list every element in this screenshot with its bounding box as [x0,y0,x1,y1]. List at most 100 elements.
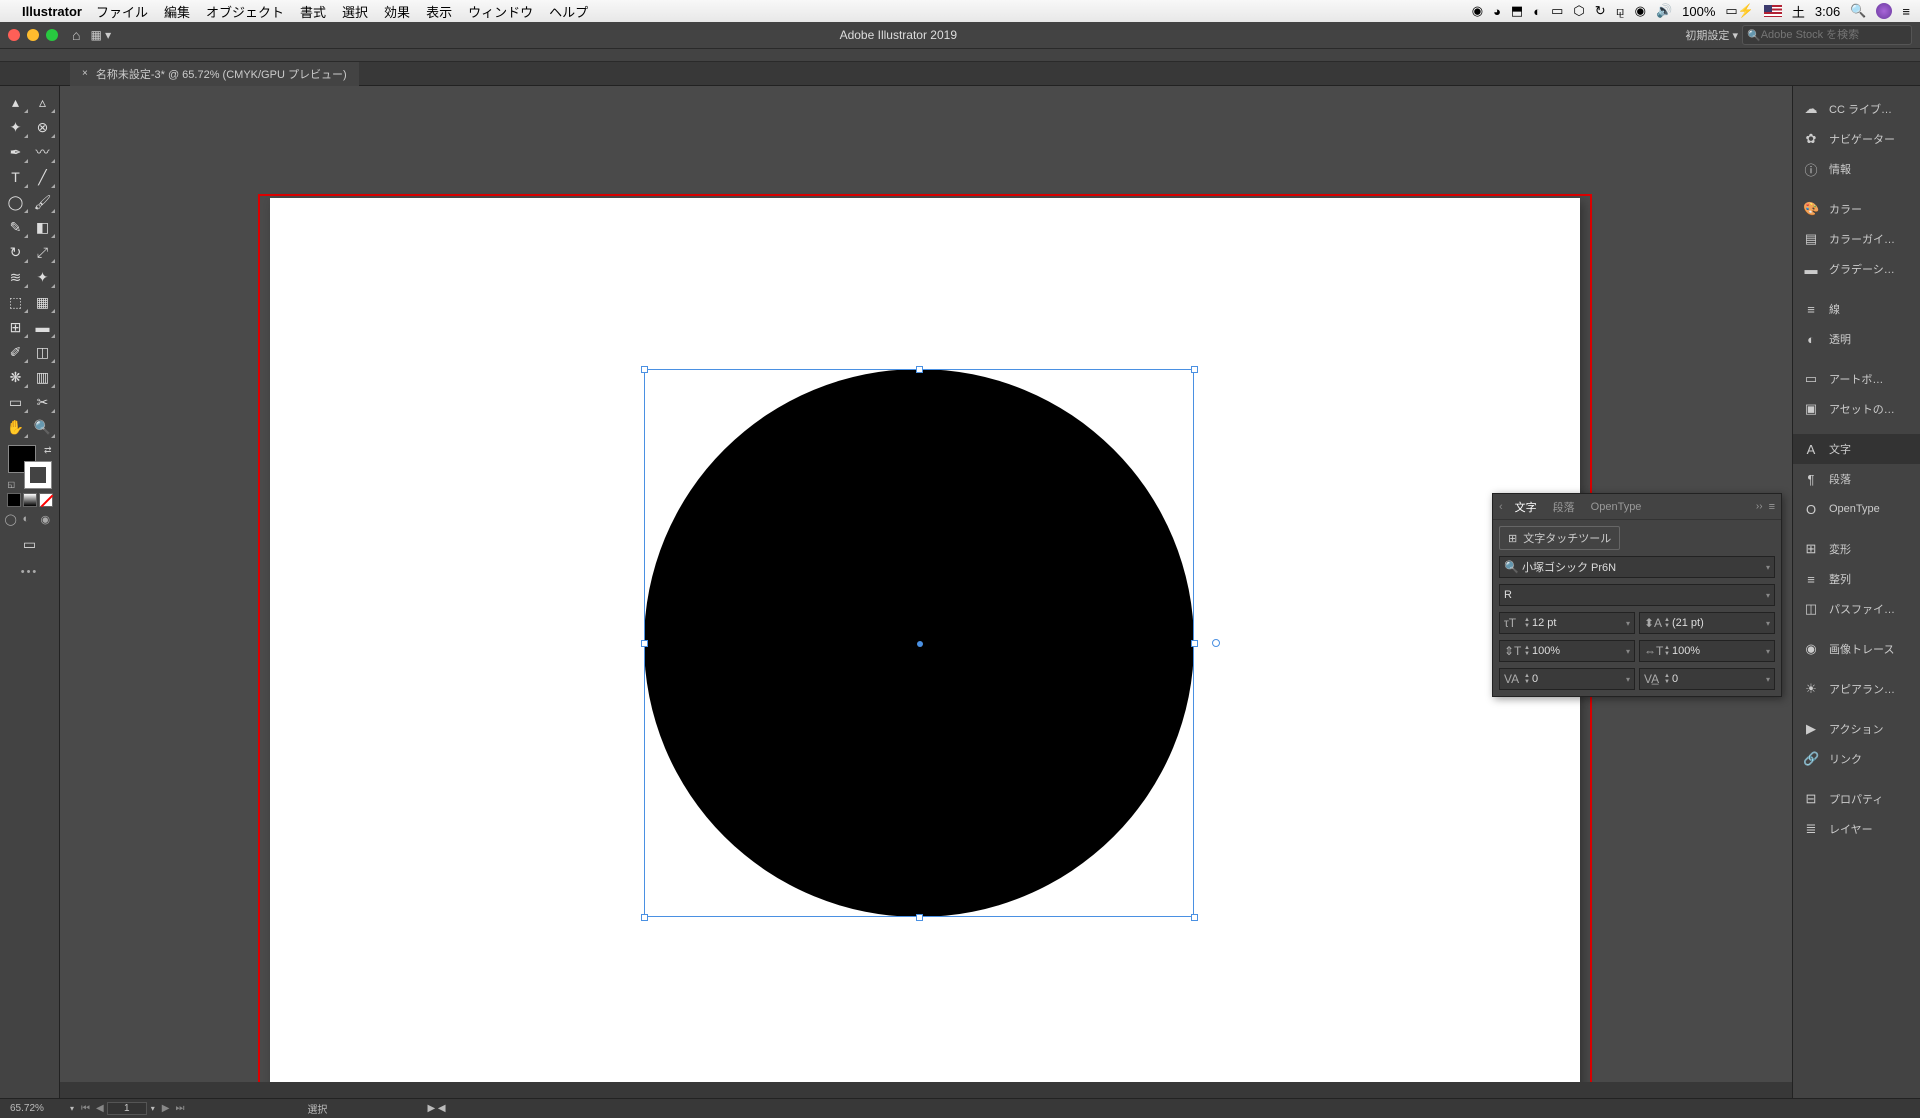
character-panel[interactable]: ‹ 文字 段落 OpenType ›› ≡ ⊞ 文字タッチツール 🔍 ▾ ▾ τ… [1492,493,1782,697]
chevron-down-icon[interactable]: ▾ [1626,619,1630,628]
perspective-tool[interactable]: ▦ [29,290,56,314]
maximize-window-button[interactable] [46,29,58,41]
tracking-field[interactable]: VA̲ ▲▼ ▾ [1639,668,1775,690]
document-tab[interactable]: × 名称未設定-3* @ 65.72% (CMYK/GPU プレビュー) [70,62,359,86]
battery-icon[interactable]: ▭⚡ [1725,3,1753,19]
prev-artboard-button[interactable]: ◀ [93,1103,107,1114]
siri-icon[interactable] [1876,3,1892,19]
paintbrush-tool[interactable]: 🖌 [29,190,56,214]
lasso-tool[interactable]: ⊗ [29,115,56,139]
panel-actions[interactable]: ▶アクション [1793,714,1920,744]
gradient-tool[interactable]: ▬ [29,315,56,339]
leading-input[interactable] [1672,617,1766,629]
stroke-swatch[interactable] [24,461,52,489]
tab-character[interactable]: 文字 [1507,499,1545,515]
workspace-switcher[interactable]: 初期設定 ▾ [1685,27,1738,43]
font-family-field[interactable]: 🔍 ▾ [1499,556,1775,578]
panel-align[interactable]: ≡整列 [1793,564,1920,594]
cc-icon[interactable]: ◐ [1533,4,1541,19]
handle-w[interactable] [641,640,648,647]
chevron-down-icon[interactable]: ▾ [1766,591,1770,600]
panel-color-guide[interactable]: ▤カラーガイ… [1793,224,1920,254]
panel-navigator[interactable]: ✿ナビゲーター [1793,124,1920,154]
eyedropper-tool[interactable]: ✐ [2,340,29,364]
volume-icon[interactable]: 🔊 [1656,3,1672,19]
draw-inside-icon[interactable]: ◉ [41,513,55,526]
width-tool[interactable]: ≋ [2,265,29,289]
edit-toolbar-button[interactable]: ••• [2,566,57,578]
chevron-down-icon[interactable]: ▾ [1626,675,1630,684]
panel-character[interactable]: A文字 [1793,434,1920,464]
zoom-level[interactable]: 65.72% [6,1102,66,1115]
horizontal-scale-field[interactable]: ⇔T ▲▼ ▾ [1639,640,1775,662]
search-box[interactable]: 🔍 [1742,25,1912,45]
chevron-down-icon[interactable]: ▾ [1626,647,1630,656]
menu-edit[interactable]: 編集 [164,2,190,21]
timemachine-icon[interactable]: ↻ [1595,3,1606,19]
handle-s[interactable] [916,914,923,921]
hscale-input[interactable] [1672,645,1766,657]
rotate-tool[interactable]: ↻ [2,240,29,264]
stepper[interactable]: ▲▼ [1664,617,1670,629]
panel-pathfinder[interactable]: ◫パスファイ… [1793,594,1920,624]
close-window-button[interactable] [8,29,20,41]
status-play-icon[interactable]: ▶ ◀ [427,1103,445,1114]
chevron-down-icon[interactable]: ▾ [1766,675,1770,684]
next-artboard-button[interactable]: ▶ [159,1103,173,1114]
magic-wand-tool[interactable]: ✦ [2,115,29,139]
chevron-down-icon[interactable]: ▾ [1766,563,1770,572]
menu-window[interactable]: ウィンドウ [468,2,533,21]
record-icon[interactable]: ◉ [1472,3,1483,19]
panel-paragraph[interactable]: ¶段落 [1793,464,1920,494]
chevron-down-icon[interactable]: ▾ [1766,619,1770,628]
last-artboard-button[interactable]: ⏭ [172,1103,187,1114]
stepper[interactable]: ▲▼ [1664,673,1670,685]
panel-gradient[interactable]: ▬グラデーシ… [1793,254,1920,284]
menu-effect[interactable]: 効果 [384,2,410,21]
panel-links[interactable]: 🔗リンク [1793,744,1920,774]
panel-cc-libraries[interactable]: ☁CC ライブ… [1793,94,1920,124]
horizontal-scrollbar[interactable] [60,1082,1792,1098]
panel-info[interactable]: ⓘ情報 [1793,154,1920,184]
minimize-window-button[interactable] [27,29,39,41]
selection-tool[interactable]: ▴ [2,90,29,114]
menu-type[interactable]: 書式 [300,2,326,21]
blend-tool[interactable]: ◫ [29,340,56,364]
kerning-input[interactable] [1532,673,1626,685]
mesh-tool[interactable]: ⊞ [2,315,29,339]
screen-mode-button[interactable]: ▭ [16,532,43,556]
pen-tool[interactable]: ✒ [2,140,29,164]
handle-e[interactable] [1191,640,1198,647]
home-icon[interactable]: ⌂ [72,27,80,43]
menu-select[interactable]: 選択 [342,2,368,21]
artboard-tool[interactable]: ▭ [2,390,29,414]
slice-tool[interactable]: ✂ [29,390,56,414]
menu-object[interactable]: オブジェクト [206,2,284,21]
tab-paragraph[interactable]: 段落 [1545,499,1583,515]
shaper-tool[interactable]: ✎ [2,215,29,239]
battery-text[interactable]: 100% [1682,4,1715,19]
draw-normal-icon[interactable]: ◯ [5,513,19,526]
panel-artboards[interactable]: ▭アートボ… [1793,364,1920,394]
menu-help[interactable]: ヘルプ [549,2,588,21]
symbol-sprayer-tool[interactable]: ❋ [2,365,29,389]
gradient-color-button[interactable] [23,493,37,507]
font-style-input[interactable] [1504,589,1766,601]
draw-behind-icon[interactable]: ◐ [23,513,37,526]
panel-properties[interactable]: ⊟プロパティ [1793,784,1920,814]
zoom-dropdown-icon[interactable]: ▾ [70,1104,74,1113]
dropbox-icon[interactable]: ⬒ [1511,3,1523,19]
panel-image-trace[interactable]: ◉画像トレース [1793,634,1920,664]
font-size-input[interactable] [1532,617,1626,629]
spotlight-icon[interactable]: 🔍 [1850,3,1866,19]
leading-field[interactable]: ⬍A ▲▼ ▾ [1639,612,1775,634]
handle-ne[interactable] [1191,366,1198,373]
ellipse-tool[interactable]: ◯ [2,190,29,214]
arrange-documents-icon[interactable]: ▦ ▾ [90,28,111,42]
stepper[interactable]: ▲▼ [1524,617,1530,629]
atok-icon[interactable]: ▭ [1551,3,1563,19]
handle-sw[interactable] [641,914,648,921]
zoom-tool[interactable]: 🔍 [29,415,56,439]
stepper[interactable]: ▲▼ [1524,645,1530,657]
panel-layers[interactable]: ≣レイヤー [1793,814,1920,844]
